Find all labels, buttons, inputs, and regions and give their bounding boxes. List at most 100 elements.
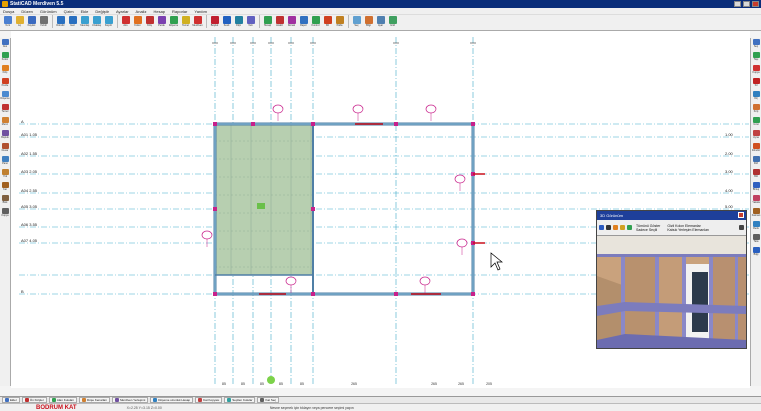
left-tool-8[interactable]: Duvar: [1, 143, 10, 153]
column[interactable]: [251, 122, 255, 126]
column[interactable]: [471, 292, 475, 296]
menu-item-5[interactable]: Değiştir: [95, 9, 109, 14]
right-tool-11[interactable]: Birleş: [752, 182, 761, 192]
right-tool-4[interactable]: Ölç: [752, 91, 761, 101]
column[interactable]: [213, 292, 217, 296]
menu-item-8[interactable]: Hesap: [153, 9, 165, 14]
toolbar-button-3-0[interactable]: Boşluk: [209, 15, 220, 29]
minimize-button[interactable]: [734, 1, 741, 7]
section-tag[interactable]: [425, 104, 437, 114]
left-tool-2[interactable]: Kiriş: [1, 65, 10, 75]
left-tool-4[interactable]: Döşeme: [0, 91, 10, 101]
viewer-3d-scene[interactable]: [597, 236, 746, 348]
viewer-light-icon[interactable]: [620, 225, 625, 230]
right-tool-5[interactable]: Kırp: [752, 104, 761, 114]
column[interactable]: [311, 122, 315, 126]
menu-item-7[interactable]: Analiz: [136, 9, 147, 14]
section-tag[interactable]: [454, 174, 466, 184]
toolbar-button-5-2[interactable]: Ayar: [375, 15, 386, 29]
toolbar-button-0-0[interactable]: Yeni: [2, 15, 13, 29]
column[interactable]: [311, 292, 315, 296]
menu-item-1[interactable]: Düzen: [21, 9, 33, 14]
toolbar-button-2-4[interactable]: Döşeme: [168, 15, 179, 29]
toolbar-button-4-6[interactable]: Pafta: [334, 15, 345, 29]
toolbar-button-0-3[interactable]: Yazdır: [38, 15, 49, 29]
left-tool-9[interactable]: Pano: [1, 156, 10, 166]
menu-item-2[interactable]: Görünüm: [40, 9, 57, 14]
toolbar-button-4-4[interactable]: Kontrol: [310, 15, 321, 29]
right-tool-7[interactable]: Ayna: [752, 130, 761, 140]
left-tool-11[interactable]: Kat: [1, 182, 10, 192]
section-tag[interactable]: [201, 230, 213, 240]
left-tool-12[interactable]: Blok: [1, 195, 10, 205]
menu-item-10[interactable]: Yardım: [194, 9, 207, 14]
column[interactable]: [213, 207, 217, 211]
toolbar-button-0-2[interactable]: Kaydet: [26, 15, 37, 29]
column[interactable]: [213, 122, 217, 126]
toolbar-button-2-2[interactable]: Kiriş: [144, 15, 155, 29]
section-tag[interactable]: [456, 238, 468, 248]
section-tag[interactable]: [272, 104, 284, 114]
toolbar-button-4-5[interactable]: 3D: [322, 15, 333, 29]
maximize-button[interactable]: [743, 1, 750, 7]
right-tool-3[interactable]: Sil: [752, 78, 761, 88]
toolbar-button-1-2[interactable]: Yakınlaş: [79, 15, 90, 29]
toolbar-button-5-0[interactable]: Seç: [351, 15, 362, 29]
right-tool-16[interactable]: Bilgi: [752, 247, 761, 257]
viewer-close-icon[interactable]: [738, 212, 744, 218]
viewer-layer-icon[interactable]: [627, 225, 632, 230]
right-tool-8[interactable]: Döndür: [752, 143, 761, 153]
column[interactable]: [394, 292, 398, 296]
right-tool-1[interactable]: Taşı: [752, 52, 761, 62]
menu-item-3[interactable]: Çizim: [64, 9, 74, 14]
section-tag[interactable]: [419, 276, 431, 286]
menu-item-0[interactable]: Dosya: [3, 9, 14, 14]
left-tool-3[interactable]: Perde: [1, 78, 10, 88]
right-tool-0[interactable]: Seç: [752, 39, 761, 49]
left-tool-10[interactable]: Yük: [1, 169, 10, 179]
right-tool-2[interactable]: Kopya: [752, 65, 761, 75]
toolbar-button-2-1[interactable]: Kolon: [132, 15, 143, 29]
toolbar-button-5-3[interactable]: Grid: [387, 15, 398, 29]
toolbar-button-3-2[interactable]: Ölçü: [233, 15, 244, 29]
toolbar-button-4-1[interactable]: Analiz: [274, 15, 285, 29]
toolbar-button-2-0[interactable]: Aks: [120, 15, 131, 29]
section-tag[interactable]: [352, 104, 364, 114]
toolbar-button-1-1[interactable]: Geri: [67, 15, 78, 29]
menu-item-4[interactable]: Ekle: [81, 9, 89, 14]
toolbar-button-0-1[interactable]: Aç: [14, 15, 25, 29]
left-tool-1[interactable]: Kolon: [1, 52, 10, 62]
toolbar-button-2-6[interactable]: Merdiven: [192, 15, 203, 29]
viewer-3d-window[interactable]: 3D Görünüm Tümünü Göster Sadece Seçili G…: [596, 210, 747, 349]
toolbar-button-1-3[interactable]: Uzaklaş: [91, 15, 102, 29]
viewer-render-icon[interactable]: [613, 225, 618, 230]
toolbar-button-1-4[interactable]: Kaydır: [103, 15, 114, 29]
toolbar-button-1-0[interactable]: Döndür: [55, 15, 66, 29]
toolbar-button-2-3[interactable]: Perde: [156, 15, 167, 29]
toolbar-button-3-1[interactable]: Kesit: [221, 15, 232, 29]
right-tool-13[interactable]: Katman: [752, 208, 761, 218]
viewer-home-icon[interactable]: [599, 225, 604, 230]
left-tool-0[interactable]: Aks: [1, 39, 10, 49]
viewer-pan-icon[interactable]: [606, 225, 611, 230]
right-tool-14[interactable]: Renk: [752, 221, 761, 231]
toolbar-button-4-2[interactable]: Donatı: [286, 15, 297, 29]
close-button[interactable]: [752, 1, 759, 7]
column[interactable]: [394, 122, 398, 126]
right-tool-15[interactable]: Tara: [752, 234, 761, 244]
right-tool-12[interactable]: Yakala: [752, 195, 761, 205]
toolbar-button-2-5[interactable]: Temel: [180, 15, 191, 29]
left-tool-7[interactable]: Boşluk: [1, 130, 10, 140]
viewer-settings-icon[interactable]: [739, 225, 744, 230]
toolbar-button-5-1[interactable]: Bilgi: [363, 15, 374, 29]
left-tool-5[interactable]: Temel: [1, 104, 10, 114]
toolbar-button-4-3[interactable]: Rapor: [298, 15, 309, 29]
viewer-option-selected[interactable]: Sadece Seçili: [636, 228, 660, 232]
left-tool-6[interactable]: Merd.: [1, 117, 10, 127]
right-tool-10[interactable]: Böl: [752, 169, 761, 179]
slab-area[interactable]: [214, 123, 314, 276]
current-floor-label[interactable]: BODRUM KAT: [36, 405, 77, 411]
right-tool-6[interactable]: Uzat: [752, 117, 761, 127]
section-tag[interactable]: [285, 276, 297, 286]
left-tool-13[interactable]: Kopya: [1, 208, 10, 218]
